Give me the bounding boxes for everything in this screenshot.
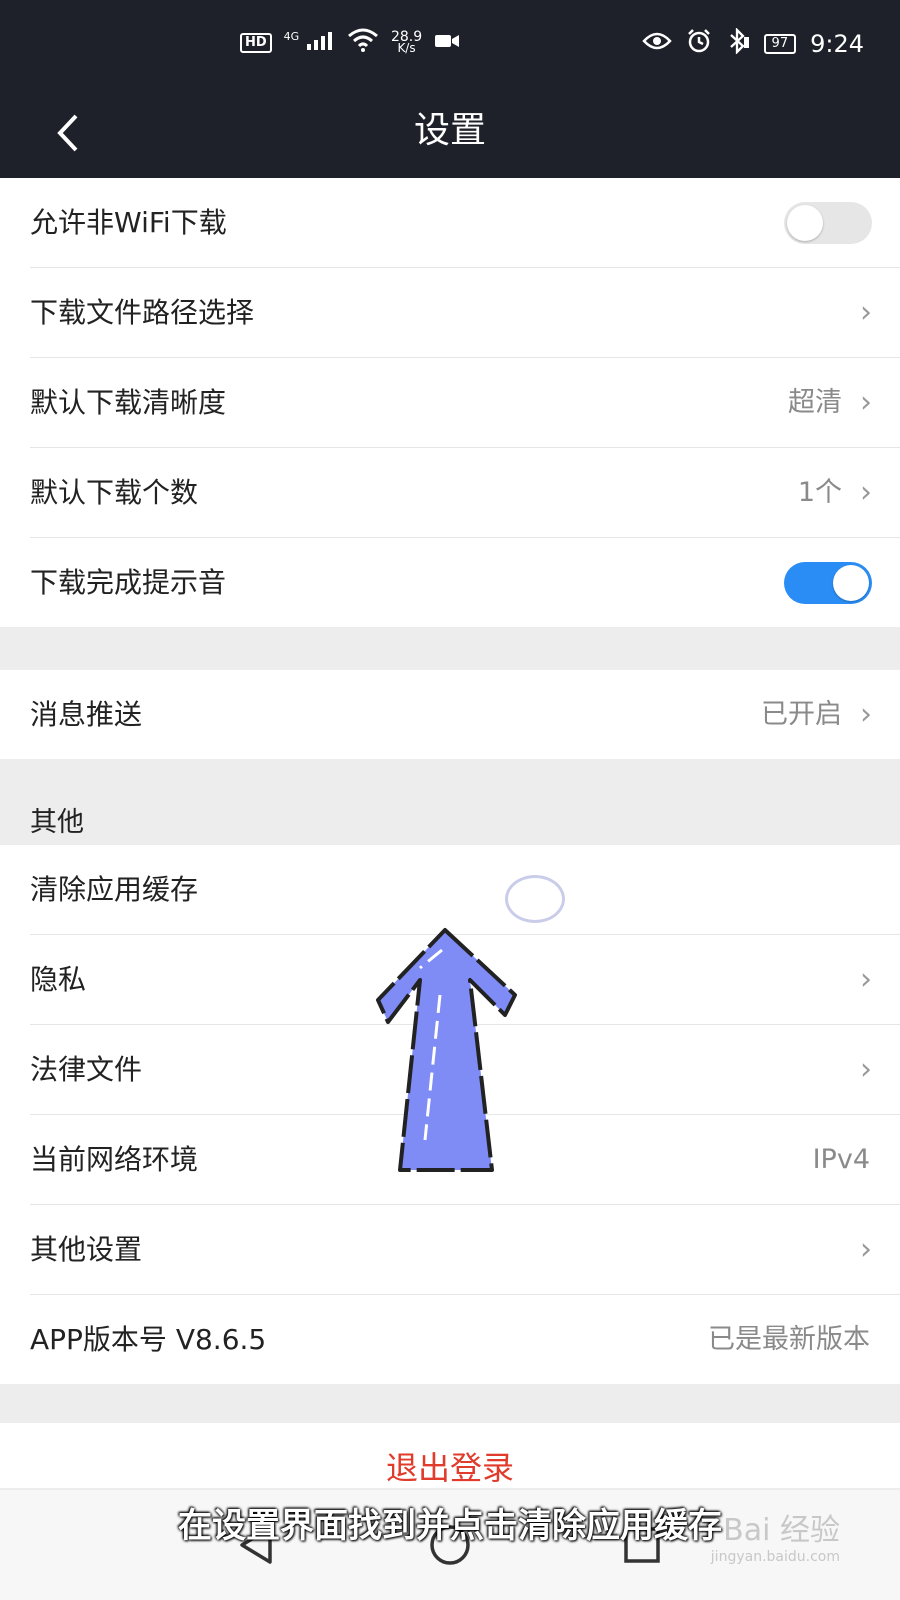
chevron-right-icon: › (860, 385, 872, 420)
completion-sound-toggle[interactable] (784, 562, 872, 604)
alarm-icon (686, 28, 712, 59)
row-label: 法律文件 (30, 1053, 143, 1086)
row-value: 已开启 (761, 699, 842, 730)
wifi-icon (347, 28, 379, 57)
chevron-right-icon: › (860, 295, 872, 330)
up-arrow-annotation (376, 928, 517, 1172)
chevron-right-icon: › (860, 1232, 872, 1267)
toggle-knob (833, 565, 869, 601)
row-label: 下载文件路径选择 (30, 296, 255, 329)
row-label: 默认下载个数 (30, 476, 199, 509)
clock: 9:24 (810, 29, 864, 58)
page-title: 设置 (413, 110, 486, 151)
section-header-other: 其他 (30, 807, 84, 838)
row-label: APP版本号 V8.6.5 (30, 1323, 267, 1356)
row-label: 隐私 (30, 963, 87, 996)
row-label: 清除应用缓存 (30, 873, 199, 906)
chevron-right-icon: › (860, 962, 872, 997)
chevron-right-icon: › (860, 697, 872, 732)
row-label: 消息推送 (30, 698, 143, 731)
status-left: HD 4G 28.9 K/s (240, 28, 460, 57)
video-icon (434, 31, 460, 55)
baidu-watermark: Bai 经验 jingyan.baidu.com (711, 1505, 840, 1565)
status-bar: HD 4G 28.9 K/s 97 9:24 (0, 0, 900, 96)
net-speed: 28.9 K/s (390, 28, 423, 55)
watermark-brand: Bai 经验 (723, 1513, 840, 1548)
row-label: 当前网络环境 (30, 1143, 199, 1176)
chevron-right-icon: › (860, 1052, 872, 1087)
row-value: 超清 (788, 387, 842, 418)
download-settings-group: 允许非WiFi下载 下载文件路径选择 › 默认下载清晰度 超清 › 默认下载个数… (0, 178, 900, 627)
row-label: 默认下载清晰度 (30, 386, 227, 419)
row-app-version[interactable]: APP版本号 V8.6.5 已是最新版本 (30, 1295, 900, 1384)
status-right: 97 9:24 (641, 27, 864, 59)
push-settings-group: 消息推送 已开启 › (0, 670, 900, 759)
header-bar: 设置 (0, 96, 900, 178)
hd-badge: HD (240, 32, 272, 53)
row-value: 1个 (797, 477, 842, 508)
row-allow-non-wifi[interactable]: 允许非WiFi下载 (30, 178, 900, 268)
chevron-right-icon: › (860, 475, 872, 510)
non-wifi-toggle[interactable] (784, 202, 872, 244)
row-value: IPv4 (812, 1144, 870, 1175)
row-download-path[interactable]: 下载文件路径选择 › (30, 268, 900, 358)
row-completion-sound[interactable]: 下载完成提示音 (30, 538, 900, 627)
signal-icon: 4G (284, 30, 335, 55)
battery-indicator: 97 (763, 33, 797, 54)
row-label: 其他设置 (30, 1233, 143, 1266)
row-download-quality[interactable]: 默认下载清晰度 超清 › (30, 358, 900, 448)
row-label: 下载完成提示音 (30, 566, 227, 599)
watermark-url: jingyan.baidu.com (710, 1549, 840, 1565)
row-other-settings[interactable]: 其他设置 › (30, 1205, 900, 1295)
toggle-knob (787, 205, 823, 241)
row-download-count[interactable]: 默认下载个数 1个 › (30, 448, 900, 538)
row-value: 已是最新版本 (708, 1324, 870, 1355)
eye-icon (641, 31, 672, 56)
row-label: 允许非WiFi下载 (30, 206, 227, 239)
logout-button[interactable]: 退出登录 (0, 1423, 900, 1488)
row-message-push[interactable]: 消息推送 已开启 › (30, 670, 900, 759)
bluetooth-icon (726, 27, 750, 59)
touch-indicator (505, 875, 565, 923)
